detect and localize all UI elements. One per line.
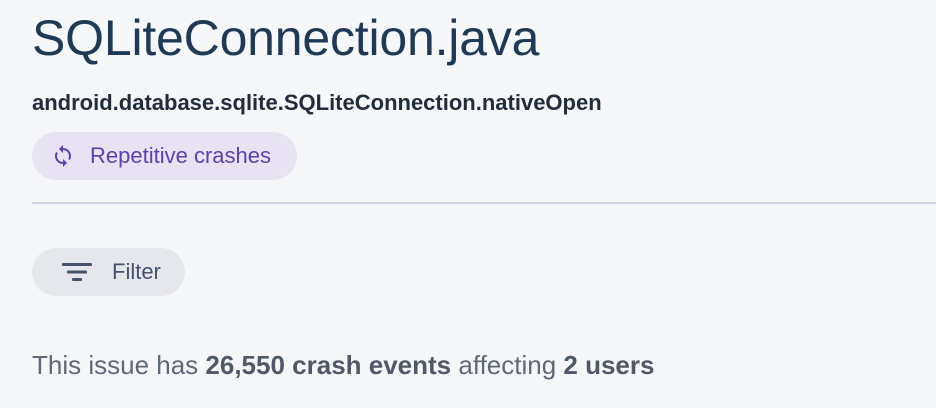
issue-summary: This issue has 26,550 crash events affec… — [32, 347, 654, 383]
issue-header: SQLiteConnection.java android.database.s… — [32, 8, 936, 116]
filter-label: Filter — [112, 259, 161, 284]
crash-events-count: 26,550 crash events — [205, 350, 452, 380]
summary-middle: affecting — [451, 350, 564, 380]
summary-prefix: This issue has — [32, 350, 206, 380]
filter-button[interactable]: Filter — [32, 248, 185, 296]
repetitive-crashes-badge: Repetitive crashes — [32, 132, 297, 180]
issue-title: SQLiteConnection.java — [32, 10, 540, 66]
issue-method: android.database.sqlite.SQLiteConnection… — [32, 90, 602, 115]
divider — [32, 202, 936, 204]
sync-icon — [50, 143, 76, 169]
affected-users-count: 2 users — [563, 350, 655, 380]
filter-list-icon — [60, 260, 94, 284]
badge-label: Repetitive crashes — [90, 143, 271, 168]
